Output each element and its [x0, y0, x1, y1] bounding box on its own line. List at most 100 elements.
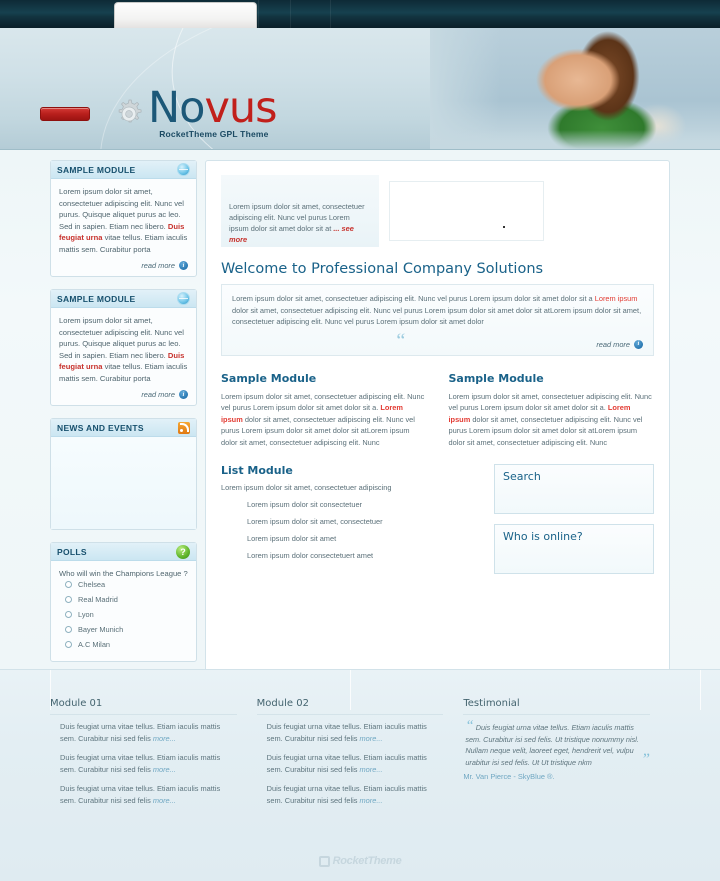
site-header: Novus RocketTheme GPL Theme	[0, 28, 720, 150]
site-logo[interactable]: Novus RocketTheme GPL Theme	[40, 87, 278, 139]
site-footer: Module 01 Duis feugiat urna vitae tellus…	[0, 669, 720, 881]
globe-icon[interactable]	[177, 292, 190, 305]
more-link[interactable]: more...	[153, 796, 176, 805]
poll-option-label: Real Madrid	[78, 594, 118, 604]
radio-icon[interactable]	[65, 610, 72, 618]
poll-option[interactable]: Bayer Munich	[59, 625, 188, 634]
read-more-link[interactable]: read more i	[59, 390, 188, 399]
two-column-row: Sample Module Lorem ipsum dolor sit amet…	[221, 372, 654, 449]
nav-seam	[290, 0, 291, 28]
poll-option-label: Chelsea	[78, 579, 106, 589]
content-column-1: Sample Module Lorem ipsum dolor sit amet…	[221, 372, 427, 449]
red-pill-button[interactable]	[40, 106, 90, 121]
list-item[interactable]: Lorem ipsum dolor sit consectetuer	[247, 500, 478, 509]
nav-active-tab[interactable]	[114, 2, 257, 28]
footer-item-text: Duis feugiat urna vitae tellus. Etiam ia…	[60, 722, 221, 743]
module-text-pre: Lorem ipsum dolor sit amet, consectetuer…	[59, 187, 184, 231]
polls-body: Who will win the Champions League ? Chel…	[51, 561, 196, 661]
module-text-pre: Lorem ipsum dolor sit amet, consectetuer…	[59, 316, 184, 360]
footer-seam	[50, 670, 51, 710]
radio-icon[interactable]	[65, 580, 72, 588]
column-text-post: dolor sit amet, consectetuer adipiscing …	[448, 414, 643, 447]
who-is-online-title: Who is online?	[503, 530, 583, 543]
more-link[interactable]: more...	[360, 796, 383, 805]
newsflash-row: Lorem ipsum dolor sit amet, consectetuer…	[221, 175, 654, 247]
poll-option[interactable]: A.C Milan	[59, 640, 188, 649]
footer-testimonial: Testimonial “ Duis feugiat urna vitae te…	[463, 698, 670, 814]
list-item[interactable]: Lorem ipsum dolor sit amet, consectetuer	[247, 517, 478, 526]
welcome-article: Lorem ipsum dolor sit amet, consectetuer…	[221, 284, 654, 356]
sidebar-module-sample-2: SAMPLE MODULE Lorem ipsum dolor sit amet…	[50, 289, 197, 406]
footer-seam	[700, 670, 701, 710]
globe-icon[interactable]	[177, 163, 190, 176]
more-link[interactable]: more...	[360, 734, 383, 743]
footer-seam	[350, 670, 351, 710]
footer-list-item: Duis feugiat urna vitae tellus. Etiam ia…	[257, 752, 444, 775]
decorative-dot	[503, 226, 505, 228]
radio-icon[interactable]	[65, 625, 72, 633]
read-more-label: read more	[141, 390, 175, 399]
footer-module-01: Module 01 Duis feugiat urna vitae tellus…	[50, 698, 257, 814]
radio-icon[interactable]	[65, 595, 72, 603]
help-icon[interactable]: ?	[176, 544, 190, 559]
page-body: SAMPLE MODULE Lorem ipsum dolor sit amet…	[0, 150, 720, 674]
welcome-text-pre: Lorem ipsum dolor sit amet, consectetuer…	[232, 294, 595, 303]
logo-wordmark: Novus	[148, 87, 278, 130]
hero-fade-bottom	[430, 130, 720, 149]
sidebar-module-polls: POLLS ? Who will win the Champions Leagu…	[50, 542, 197, 662]
column-text-post: dolor sit amet, consectetuer adipiscing …	[221, 414, 415, 447]
list-module: List Module Lorem ipsum dolor sit amet, …	[221, 464, 478, 584]
module-title: NEWS AND EVENTS	[57, 422, 144, 433]
read-more-link[interactable]: read more i	[596, 339, 643, 349]
module-header: SAMPLE MODULE	[51, 161, 196, 179]
module-body: Lorem ipsum dolor sit amet, consectetuer…	[51, 308, 196, 405]
open-quote-icon: “	[465, 718, 474, 734]
right-panels: Search Who is online?	[494, 464, 654, 584]
footer-module-02: Module 02 Duis feugiat urna vitae tellus…	[256, 698, 464, 814]
more-link[interactable]: more...	[360, 765, 383, 774]
footer-item-text: Duis feugiat urna vitae tellus. Etiam ia…	[60, 784, 221, 805]
sidebar-module-news-events: NEWS AND EVENTS	[50, 418, 197, 530]
welcome-text-highlight[interactable]: Lorem ipsum	[595, 294, 638, 303]
testimonial-quote: “ Duis feugiat urna vitae tellus. Etiam …	[463, 718, 651, 768]
poll-option[interactable]: Chelsea	[59, 580, 188, 589]
top-navigation-bar	[0, 0, 720, 28]
list-item[interactable]: Lorem ipsum dolor consectetuert amet	[247, 551, 478, 560]
poll-question: Who will win the Champions League ?	[59, 569, 188, 578]
rss-icon[interactable]	[178, 421, 190, 434]
radio-icon[interactable]	[65, 640, 72, 648]
footer-item-text: Duis feugiat urna vitae tellus. Etiam ia…	[266, 722, 427, 743]
nav-seam	[330, 0, 331, 28]
search-panel-title: Search	[503, 470, 541, 483]
read-more-link[interactable]: read more i	[59, 261, 188, 270]
search-panel: Search	[494, 464, 654, 514]
info-icon: i	[634, 339, 643, 349]
welcome-text-post: dolor sit amet, consectetuer adipiscing …	[232, 305, 642, 327]
logo-text-part1: No	[148, 83, 205, 133]
who-is-online-panel: Who is online?	[494, 524, 654, 574]
info-icon: i	[179, 261, 188, 270]
module-title: SAMPLE MODULE	[57, 293, 136, 304]
news-module-body	[51, 437, 196, 529]
more-link[interactable]: more...	[153, 765, 176, 774]
poll-option[interactable]: Real Madrid	[59, 595, 188, 604]
welcome-footer: “ read more i	[232, 330, 643, 352]
logo-text-part2: vus	[204, 83, 277, 133]
list-module-items: Lorem ipsum dolor sit consectetuer Lorem…	[221, 500, 478, 560]
list-module-intro: Lorem ipsum dolor sit amet, consectetuer…	[221, 483, 392, 492]
footer-item-text: Duis feugiat urna vitae tellus. Etiam ia…	[60, 753, 221, 774]
sidebar-module-sample-1: SAMPLE MODULE Lorem ipsum dolor sit amet…	[50, 160, 197, 277]
more-link[interactable]: more...	[153, 734, 176, 743]
close-quote-icon: ”	[641, 750, 651, 768]
module-body: Lorem ipsum dolor sit amet, consectetuer…	[51, 179, 196, 276]
testimonial-title: Testimonial	[463, 698, 651, 715]
quote-icon: “	[396, 330, 406, 352]
footer-list-item: Duis feugiat urna vitae tellus. Etiam ia…	[257, 721, 444, 744]
list-item[interactable]: Lorem ipsum dolor sit amet	[247, 534, 478, 543]
poll-option-label: Bayer Munich	[78, 624, 124, 634]
poll-option[interactable]: Lyon	[59, 610, 188, 619]
rocket-theme-logo[interactable]: RocketTheme	[0, 855, 720, 867]
read-more-label: read more	[141, 261, 175, 270]
nav-seam	[258, 0, 259, 28]
testimonial-text: Duis feugiat urna vitae tellus. Etiam ia…	[465, 723, 639, 767]
